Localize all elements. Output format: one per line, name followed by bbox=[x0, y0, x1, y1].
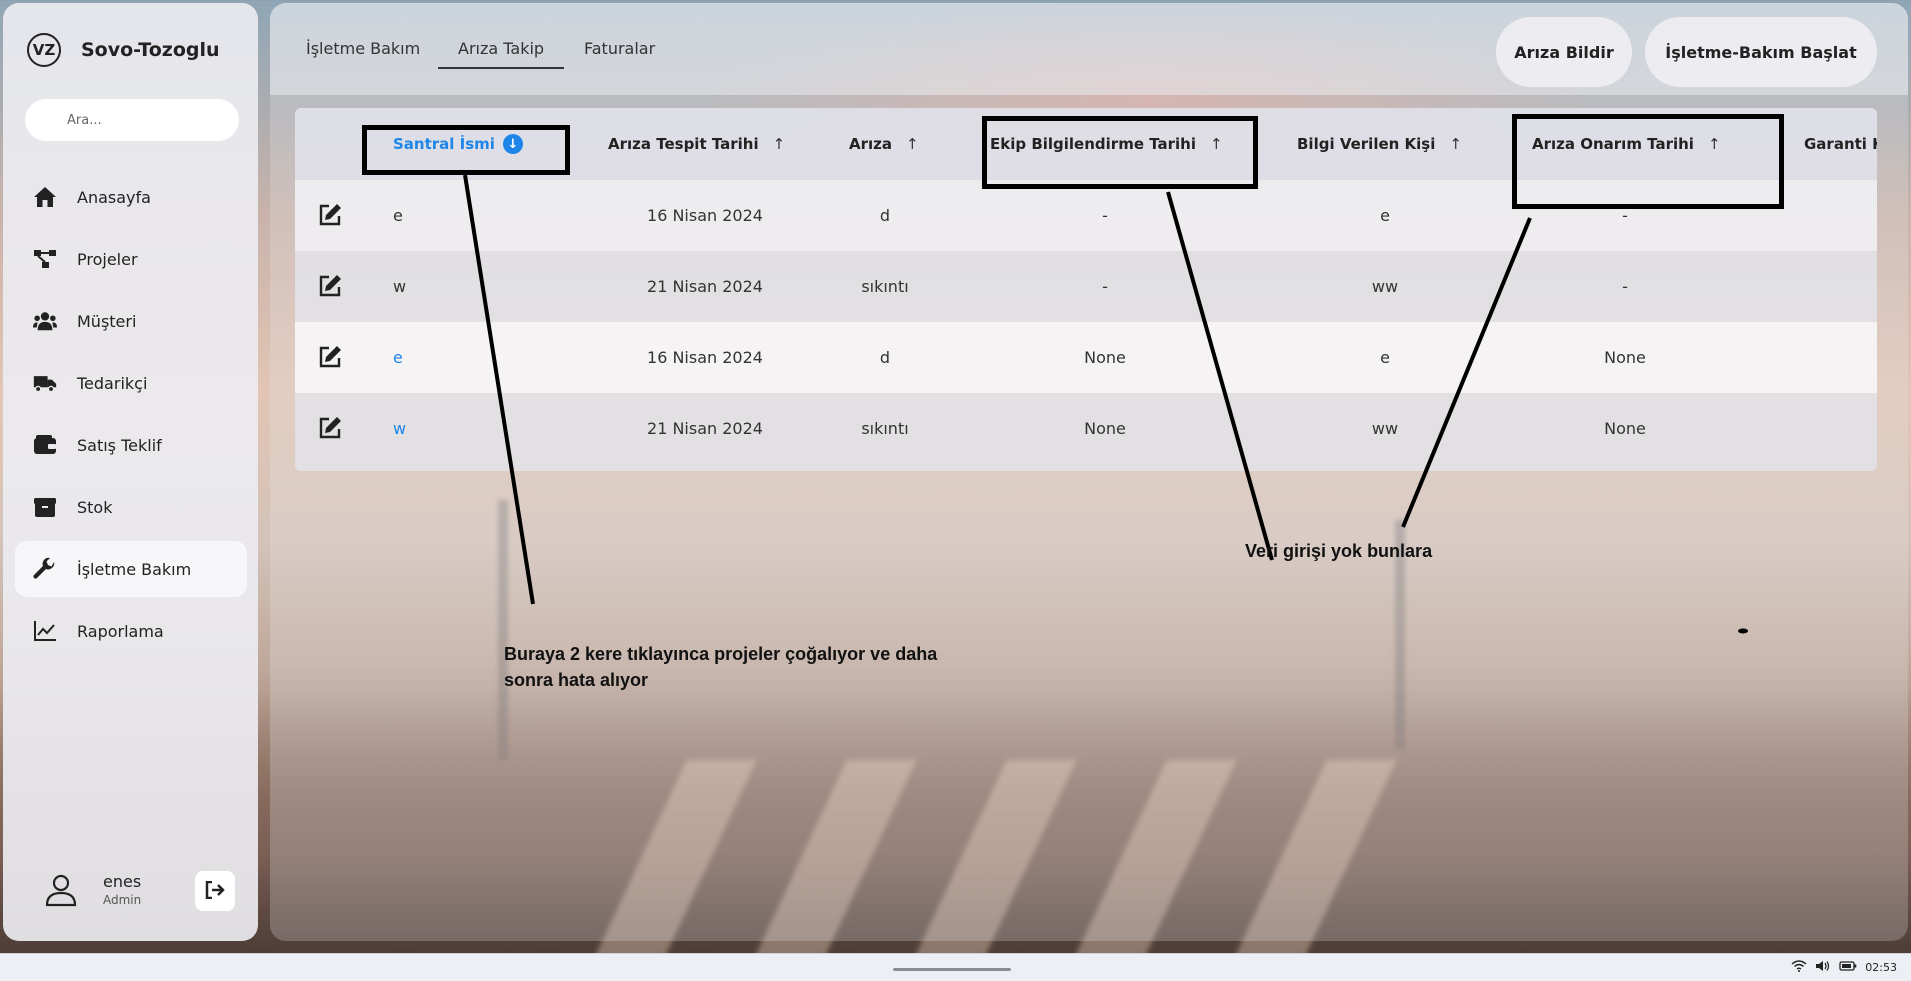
system-tray: 02:53 bbox=[1783, 960, 1897, 975]
table-row: e 16 Nisan 2024 d None e None bbox=[295, 322, 1877, 393]
column-label: Arıza bbox=[849, 135, 893, 153]
logout-icon bbox=[205, 880, 225, 902]
sidebar-item-satis-teklif[interactable]: Satış Teklif bbox=[15, 417, 247, 473]
search-input[interactable] bbox=[25, 99, 239, 141]
sidebar-item-anasayfa[interactable]: Anasayfa bbox=[15, 169, 247, 225]
cell-ariza-onarim-tarihi: None bbox=[1604, 348, 1646, 367]
column-header-ariza[interactable]: Arıza ↑ bbox=[849, 108, 919, 180]
sidebar-item-isletme-bakim[interactable]: İşletme Bakım bbox=[15, 541, 247, 597]
cell-santral-ismi-link[interactable]: e bbox=[393, 322, 513, 393]
cell-ariza: sıkıntı bbox=[861, 277, 909, 296]
cell-santral-ismi: w bbox=[393, 277, 407, 296]
home-icon bbox=[33, 185, 57, 209]
annotation-line: Buraya 2 kere tıklayınca projeler çoğalı… bbox=[504, 644, 938, 664]
top-bar: İşletme Bakım Arıza Takip Faturalar Arız… bbox=[270, 3, 1908, 95]
brand[interactable]: VZ Sovo-Tozoglu bbox=[27, 33, 220, 67]
cell-ariza-tespit-tarihi: 21 Nisan 2024 bbox=[647, 277, 763, 296]
user-profile[interactable]: enes Admin bbox=[43, 871, 141, 907]
truck-icon bbox=[33, 371, 57, 395]
annotation-no-data-note: Veri girişi yok bunlara bbox=[1245, 541, 1433, 561]
sidebar-item-raporlama[interactable]: Raporlama bbox=[15, 603, 247, 659]
edit-icon[interactable] bbox=[317, 273, 343, 299]
sidebar-item-musteri[interactable]: Müşteri bbox=[15, 293, 247, 349]
annotation-box-santral bbox=[362, 125, 570, 175]
active-tab-indicator bbox=[438, 67, 564, 69]
column-label: Arıza Tespit Tarihi bbox=[608, 135, 759, 153]
cell-ariza: sıkıntı bbox=[861, 419, 909, 438]
column-header-ariza-tespit-tarihi[interactable]: Arıza Tespit Tarihi ↑ bbox=[608, 108, 785, 180]
edit-icon[interactable] bbox=[317, 415, 343, 441]
sort-asc-icon: ↑ bbox=[772, 135, 786, 153]
annotation-double-click-note: Buraya 2 kere tıklayınca projeler çoğalı… bbox=[504, 641, 937, 693]
cell-ariza: d bbox=[879, 206, 891, 225]
taskbar-handle[interactable] bbox=[893, 968, 1011, 971]
column-header-garanti[interactable]: Garanti K bbox=[1804, 108, 1877, 180]
sidebar-item-label: Stok bbox=[77, 497, 113, 517]
cell-ariza-tespit-tarihi: 21 Nisan 2024 bbox=[647, 419, 763, 438]
logout-button[interactable] bbox=[195, 871, 235, 911]
cell-bilgi-verilen-kisi: ww bbox=[1371, 277, 1399, 296]
annotation-line: sonra hata alıyor bbox=[504, 670, 649, 690]
volume-icon[interactable] bbox=[1815, 960, 1831, 975]
table-row: w 21 Nisan 2024 sıkıntı - ww - bbox=[295, 251, 1877, 322]
sort-asc-icon: ↑ bbox=[1449, 135, 1462, 153]
wallet-icon bbox=[33, 433, 57, 457]
sidebar-item-projeler[interactable]: Projeler bbox=[15, 231, 247, 287]
sidebar-item-label: Müşteri bbox=[77, 311, 137, 331]
user-role: Admin bbox=[103, 892, 142, 907]
wrench-icon bbox=[33, 557, 57, 581]
sidebar-item-label: Satış Teklif bbox=[77, 435, 162, 455]
cell-ekip-bilgilendirme-tarihi: - bbox=[1102, 277, 1108, 296]
cell-bilgi-verilen-kisi: ww bbox=[1371, 419, 1399, 438]
sidebar-item-stok[interactable]: Stok bbox=[15, 479, 247, 535]
cell-santral-ismi: e bbox=[393, 206, 403, 225]
sort-asc-icon: ↑ bbox=[906, 135, 919, 153]
sidebar-nav: Anasayfa Projeler Müşteri Tedarikçi Satı… bbox=[15, 169, 247, 665]
sidebar-item-label: Raporlama bbox=[77, 621, 164, 641]
sidebar: VZ Sovo-Tozoglu Anasayfa Projeler Müşter… bbox=[3, 3, 258, 941]
tab-isletme-bakim[interactable]: İşletme Bakım bbox=[306, 39, 420, 58]
user-avatar-icon bbox=[43, 871, 79, 907]
os-taskbar: 02:53 bbox=[0, 953, 1911, 981]
users-icon bbox=[33, 309, 57, 333]
cell-ekip-bilgilendirme-tarihi: None bbox=[1084, 348, 1126, 367]
column-label: Bilgi Verilen Kişi bbox=[1297, 135, 1436, 153]
cell-ariza-tespit-tarihi: 16 Nisan 2024 bbox=[647, 348, 763, 367]
column-header-bilgi-verilen-kisi[interactable]: Bilgi Verilen Kişi ↑ bbox=[1297, 108, 1462, 180]
tab-faturalar[interactable]: Faturalar bbox=[584, 39, 655, 58]
tab-ariza-takip[interactable]: Arıza Takip bbox=[458, 39, 544, 58]
battery-icon[interactable] bbox=[1839, 960, 1857, 975]
cell-bilgi-verilen-kisi: e bbox=[1380, 348, 1390, 367]
cell-ariza-tespit-tarihi: 16 Nisan 2024 bbox=[647, 206, 763, 225]
sidebar-item-tedarikci[interactable]: Tedarikçi bbox=[15, 355, 247, 411]
sidebar-item-label: Projeler bbox=[77, 249, 138, 269]
user-name: enes bbox=[103, 871, 142, 891]
brand-name: Sovo-Tozoglu bbox=[81, 39, 220, 61]
chart-line-icon bbox=[33, 619, 57, 643]
wifi-icon[interactable] bbox=[1791, 960, 1807, 975]
clock[interactable]: 02:53 bbox=[1865, 961, 1897, 974]
box-icon bbox=[33, 495, 57, 519]
cell-bilgi-verilen-kisi: e bbox=[1380, 206, 1390, 225]
cell-ariza: d bbox=[879, 348, 891, 367]
start-maintenance-button[interactable]: İşletme-Bakım Başlat bbox=[1645, 17, 1877, 87]
sidebar-item-label: Tedarikçi bbox=[77, 373, 148, 393]
cell-ariza-onarim-tarihi: - bbox=[1622, 277, 1628, 296]
column-label: Garanti K bbox=[1804, 135, 1877, 153]
hierarchy-icon bbox=[33, 247, 57, 271]
report-fault-button[interactable]: Arıza Bildir bbox=[1496, 17, 1632, 87]
annotation-box-ekip bbox=[982, 116, 1258, 189]
brand-logo: VZ bbox=[27, 33, 61, 67]
sidebar-item-label: Anasayfa bbox=[77, 187, 151, 207]
cell-ekip-bilgilendirme-tarihi: - bbox=[1102, 206, 1108, 225]
edit-icon[interactable] bbox=[317, 344, 343, 370]
cell-ekip-bilgilendirme-tarihi: None bbox=[1084, 419, 1126, 438]
table-row: w 21 Nisan 2024 sıkıntı None ww None bbox=[295, 393, 1877, 471]
annotation-box-onarim bbox=[1512, 114, 1784, 209]
sidebar-item-label: İşletme Bakım bbox=[77, 559, 192, 579]
cell-ariza-onarim-tarihi: None bbox=[1604, 419, 1646, 438]
cell-santral-ismi-link[interactable]: w bbox=[393, 393, 513, 464]
edit-icon[interactable] bbox=[317, 202, 343, 228]
